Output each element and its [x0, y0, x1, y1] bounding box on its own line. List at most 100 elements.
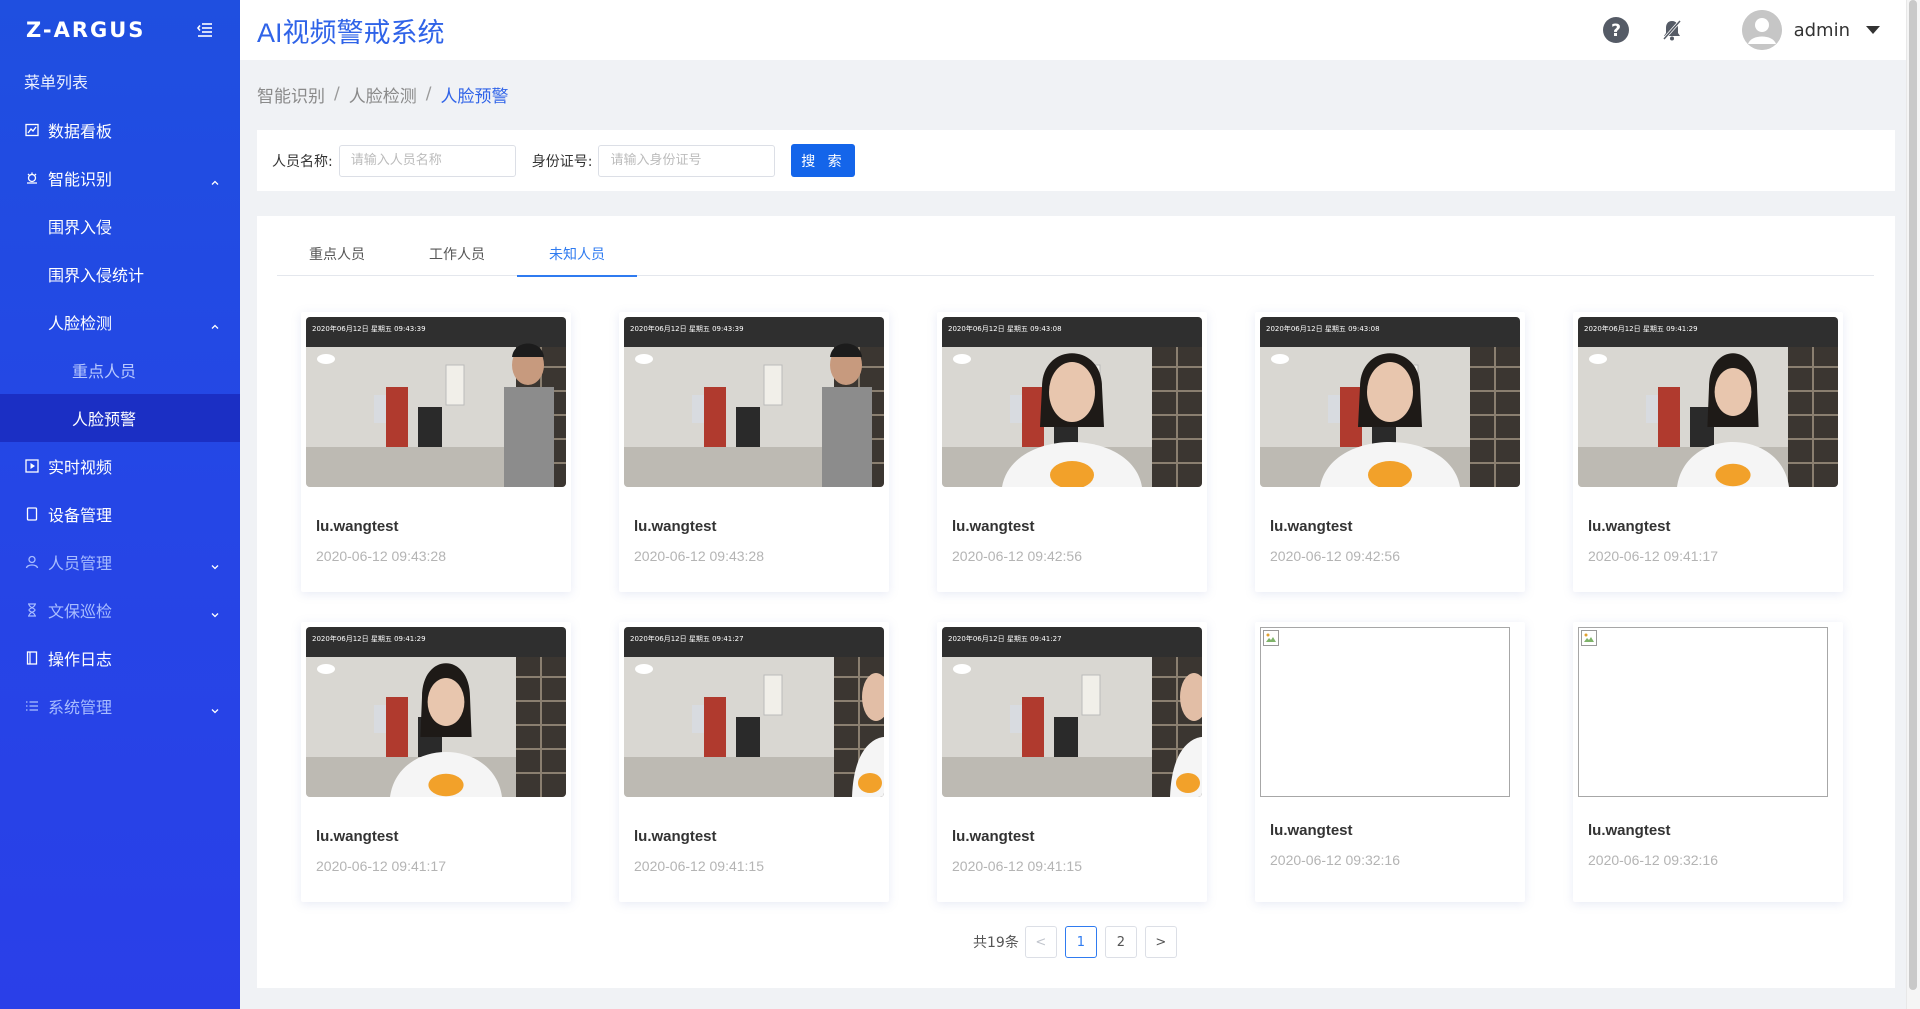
sidebar-item-system-management[interactable]: 系统管理 [0, 682, 240, 730]
prev-page-button[interactable]: < [1024, 926, 1057, 958]
card-person-name: lu.wangtest [1270, 518, 1353, 535]
sidebar-item-label: 围界入侵 [48, 218, 113, 237]
sidebar-item-label: 人脸检测 [48, 314, 113, 333]
chevron-down-icon [210, 605, 220, 618]
dashboard-icon [24, 122, 40, 138]
sidebar-item-label: 文保巡检 [48, 602, 113, 621]
alert-card[interactable]: 2020年06月12日 星期五 09:41:29 lu.wangtest 2020-… [301, 622, 571, 902]
svg-text:?: ? [1611, 21, 1621, 41]
alert-card[interactable]: lu.wangtest 2020-06-12 09:32:16 [1255, 622, 1525, 902]
top-header: AI视频警戒系统 ? admin [240, 0, 1920, 1009]
menu-collapse-icon[interactable] [196, 21, 214, 39]
sidebar-item-label: 实时视频 [48, 458, 113, 477]
user-name[interactable]: admin [1794, 20, 1850, 41]
tab-staff[interactable]: 工作人员 [397, 240, 517, 276]
card-person-name: lu.wangtest [1588, 822, 1671, 839]
search-panel: 人员名称: 身份证号: 搜 索 [257, 130, 1895, 191]
sidebar-item-label: 智能识别 [48, 170, 113, 189]
id-field-label: 身份证号: [531, 153, 593, 170]
alert-card[interactable]: lu.wangtest 2020-06-12 09:32:16 [1573, 622, 1843, 902]
notification-off-icon[interactable] [1658, 16, 1686, 44]
tab-unknown-persons[interactable]: 未知人员 [517, 240, 637, 277]
card-timestamp: 2020-06-12 09:41:15 [634, 858, 764, 874]
snapshot-image[interactable]: 2020年06月12日 星期五 09:41:29 [306, 627, 566, 797]
scrollbar-thumb[interactable] [1909, 0, 1917, 990]
logo-row: Z-ARGUS [0, 0, 240, 60]
card-person-name: lu.wangtest [316, 828, 399, 845]
hourglass-icon [24, 602, 40, 618]
card-timestamp: 2020-06-12 09:32:16 [1588, 852, 1718, 868]
sidebar-item-face-detection[interactable]: 人脸检测 [0, 298, 240, 346]
svg-text:2020年06月12日 星期五 09:41:27: 2020年06月12日 星期五 09:41:27 [948, 634, 1062, 643]
sidebar-item-label: 围界入侵统计 [48, 266, 145, 285]
id-number-input[interactable] [598, 144, 776, 177]
sidebar-item-face-alert[interactable]: 人脸预警 [0, 394, 240, 442]
broken-image[interactable] [1260, 627, 1510, 797]
alert-card[interactable]: 2020年06月12日 星期五 09:41:29 lu.wangtest 2020-… [1573, 312, 1843, 592]
alert-card[interactable]: 2020年06月12日 星期五 09:43:08 lu.wangtest 2020-… [937, 312, 1207, 592]
caret-down-icon[interactable] [1866, 26, 1880, 34]
next-page-button[interactable]: > [1144, 926, 1177, 958]
snapshot-image[interactable]: 2020年06月12日 星期五 09:41:29 [1578, 317, 1838, 487]
menu-list-title: 菜单列表 [24, 73, 89, 92]
sidebar-item-key-persons[interactable]: 重点人员 [0, 346, 240, 394]
snapshot-image[interactable]: 2020年06月12日 星期五 09:41:27 [942, 627, 1202, 797]
card-person-name: lu.wangtest [1270, 822, 1353, 839]
tab-key-persons[interactable]: 重点人员 [277, 240, 397, 276]
breadcrumb-item[interactable]: 智能识别 [257, 82, 325, 107]
header-actions: ? admin [1602, 0, 1880, 60]
chevron-down-icon [210, 701, 220, 714]
broken-image-icon [1263, 630, 1279, 646]
person-type-tabs: 重点人员 工作人员 未知人员 [277, 240, 1874, 277]
sidebar-item-label: 系统管理 [48, 698, 113, 717]
card-person-name: lu.wangtest [634, 828, 717, 845]
avatar[interactable] [1741, 10, 1782, 50]
breadcrumb-separator: / [334, 84, 340, 104]
page-scrollbar[interactable] [1906, 0, 1920, 1009]
snapshot-image[interactable]: 2020年06月12日 星期五 09:43:08 [1260, 317, 1520, 487]
card-timestamp: 2020-06-12 09:43:28 [634, 548, 764, 564]
help-icon[interactable]: ? [1602, 16, 1630, 44]
sidebar-item-live-video[interactable]: 实时视频 [0, 442, 240, 490]
sidebar-item-dashboard[interactable]: 数据看板 [0, 106, 240, 154]
page-button-1[interactable]: 1 [1064, 926, 1097, 958]
snapshot-image[interactable]: 2020年06月12日 星期五 09:43:08 [942, 317, 1202, 487]
breadcrumb-item[interactable]: 人脸检测 [349, 82, 417, 107]
camera-icon [24, 170, 40, 186]
page-button-2[interactable]: 2 [1104, 926, 1137, 958]
sidebar-item-smart-recognition[interactable]: 智能识别 [0, 154, 240, 202]
card-person-name: lu.wangtest [634, 518, 717, 535]
sidebar-item-perimeter-intrusion[interactable]: 围界入侵 [0, 202, 240, 250]
sidebar-item-label: 数据看板 [48, 122, 113, 141]
alert-card[interactable]: 2020年06月12日 星期五 09:41:27 lu.wangtest 2020-… [937, 622, 1207, 902]
results-panel: 重点人员 工作人员 未知人员 2020年06月12日 星期五 09:43:39 l… [257, 216, 1895, 988]
sidebar-item-operation-log[interactable]: 操作日志 [0, 634, 240, 682]
play-icon [24, 458, 40, 474]
sidebar: Z-ARGUS 菜单列表 数据看板 智能识别 围界入侵 围界入侵统计 人脸检测 … [0, 0, 240, 1009]
card-timestamp: 2020-06-12 09:41:15 [952, 858, 1082, 874]
snapshot-image[interactable]: 2020年06月12日 星期五 09:43:39 [306, 317, 566, 487]
snapshot-image[interactable]: 2020年06月12日 星期五 09:41:27 [624, 627, 884, 797]
card-person-name: lu.wangtest [952, 828, 1035, 845]
alert-card[interactable]: 2020年06月12日 星期五 09:43:08 lu.wangtest 2020-… [1255, 312, 1525, 592]
sidebar-item-label: 人脸预警 [72, 410, 137, 429]
page-title: AI视频警戒系统 [257, 17, 445, 48]
alert-card[interactable]: 2020年06月12日 星期五 09:43:39 lu.wangtest 2020-… [619, 312, 889, 592]
sidebar-item-personnel-management[interactable]: 人员管理 [0, 538, 240, 586]
log-icon [24, 650, 40, 666]
sidebar-item-device-management[interactable]: 设备管理 [0, 490, 240, 538]
alert-card[interactable]: 2020年06月12日 星期五 09:43:39 lu.wangtest 2020-… [301, 312, 571, 592]
alert-card[interactable]: 2020年06月12日 星期五 09:41:27 lu.wangtest 2020-… [619, 622, 889, 902]
sidebar-item-heritage-patrol[interactable]: 文保巡检 [0, 586, 240, 634]
snapshot-image[interactable]: 2020年06月12日 星期五 09:43:39 [624, 317, 884, 487]
chevron-up-icon [210, 317, 220, 329]
sidebar-item-perimeter-stats[interactable]: 围界入侵统计 [0, 250, 240, 298]
card-timestamp: 2020-06-12 09:41:17 [316, 858, 446, 874]
broken-image[interactable] [1578, 627, 1828, 797]
search-button[interactable]: 搜 索 [791, 144, 856, 177]
person-name-input[interactable] [338, 144, 516, 177]
svg-text:2020年06月12日 星期五 09:43:39: 2020年06月12日 星期五 09:43:39 [630, 324, 744, 333]
card-timestamp: 2020-06-12 09:41:17 [1588, 548, 1718, 564]
sidebar-item-label: 操作日志 [48, 650, 113, 669]
card-person-name: lu.wangtest [1588, 518, 1671, 535]
